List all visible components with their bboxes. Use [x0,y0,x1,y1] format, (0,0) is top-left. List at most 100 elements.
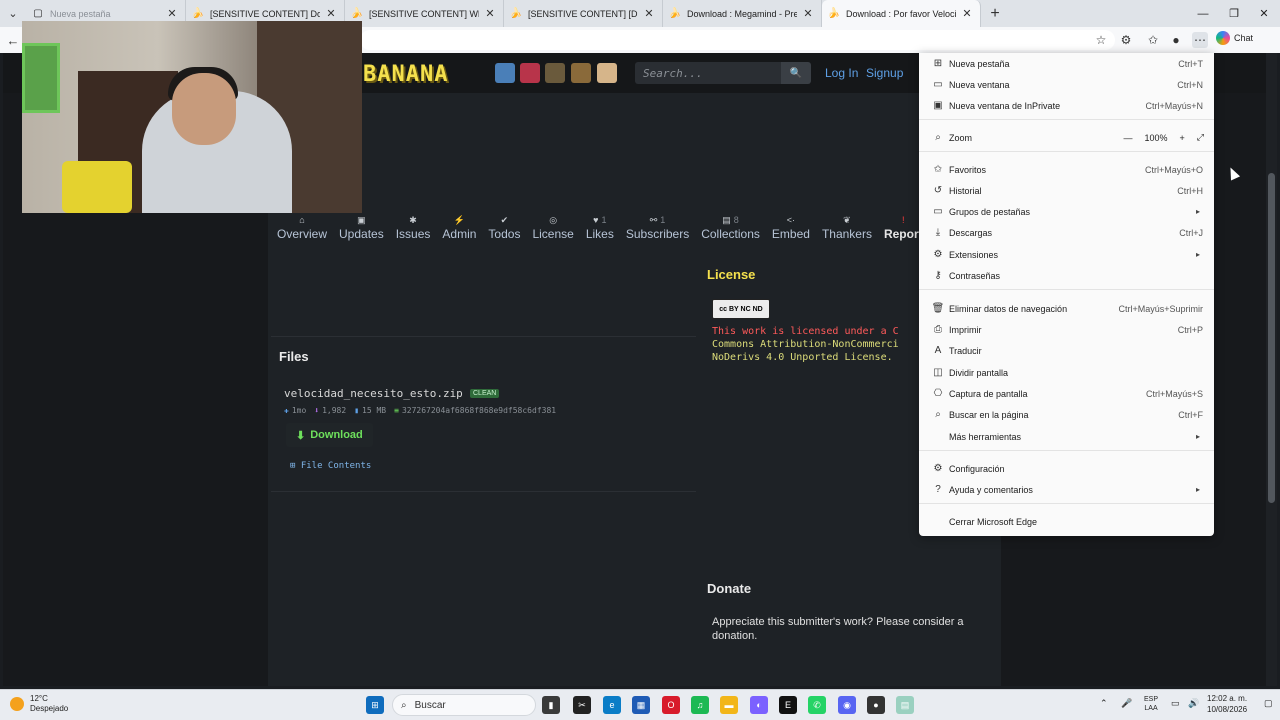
menu-downloads[interactable]: ⤓ Descargas Ctrl+J [919,222,1214,243]
tab-megamind[interactable]: 🍌 Download : Megamind - Presentat ✕ [663,0,822,27]
tab-groups-icon: ▭ [933,206,943,217]
menu-split-screen[interactable]: ◫ Dividir pantalla [919,362,1214,383]
cc-license-badge[interactable]: cc BY NC ND [712,299,770,319]
banana-icon: 🍌 [191,8,205,19]
nav-embed[interactable]: <· Embed [766,213,816,241]
more-icon[interactable]: ⋯ [1192,32,1208,48]
close-icon[interactable]: ✕ [642,7,656,20]
close-icon[interactable]: ✕ [801,7,815,20]
nav-subscribers[interactable]: ⚯ 1 Subscribers [620,213,695,242]
profile-icon[interactable]: ● [1168,32,1184,48]
sprite-icon[interactable] [545,63,565,83]
sprite-icon[interactable] [520,63,540,83]
tray-chevron-icon[interactable]: ⌃ [1100,698,1108,709]
copilot-app-icon[interactable]: ◐ [750,696,768,714]
favorites-bar-icon[interactable]: ✩ [1145,32,1161,48]
taskbar-search[interactable]: ⌕ Buscar [392,694,536,716]
tab-active[interactable]: 🍌 Download : Por favor Velocidad [D ✕ [822,0,981,27]
site-logo[interactable]: BANANA [363,62,448,87]
menu-find[interactable]: ⌕ Buscar en la página Ctrl+F [919,404,1214,425]
store-icon[interactable]: ▦ [632,696,650,714]
fullscreen-icon[interactable]: ⤢ [1197,132,1204,143]
minimize-icon[interactable]: — [1187,0,1219,27]
check-icon: ✔ [500,214,509,225]
content-column [268,53,1001,686]
volume-icon[interactable]: 🔊 [1188,698,1199,709]
taskbar: 12°C Despejado ⊞ ⌕ Buscar ▮ ✂ e ▦ O ♫ ▬ … [0,689,1280,720]
spotify-icon[interactable]: ♫ [691,696,709,714]
menu-settings[interactable]: ⚙ Configuración [919,458,1214,479]
copilot-chat-button[interactable]: Chat [1216,31,1253,45]
zoom-out-icon[interactable]: — [1124,133,1133,143]
nav-updates[interactable]: ▣ Updates [333,213,390,242]
menu-close-edge[interactable]: Cerrar Microsoft Edge [919,511,1214,532]
screenshot-icon: ⎔ [933,388,943,399]
whatsapp-icon[interactable]: ✆ [808,696,826,714]
opera-icon[interactable]: O [662,696,680,714]
extension-icon[interactable]: ⚙ [1118,32,1134,48]
app-icon[interactable]: ▤ [896,696,914,714]
nav-issues[interactable]: ✱ Issues [390,213,437,242]
scroll-thumb[interactable] [1268,173,1275,503]
sprite-icon[interactable] [571,63,591,83]
menu-more-tools[interactable]: Más herramientas ▸ [919,426,1214,447]
back-icon[interactable]: ← [4,31,22,49]
login-link[interactable]: Log In [825,66,858,80]
discord-icon[interactable]: ◉ [838,696,856,714]
file-contents-toggle[interactable]: ⊞ File Contents [290,461,371,471]
menu-extensions[interactable]: ⚙ Extensiones ▸ [919,244,1214,265]
nav-collections[interactable]: ▤ 8 Collections [695,213,766,242]
task-view-icon[interactable]: ▮ [542,696,560,714]
close-icon[interactable]: ✕ [165,7,179,20]
menu-favorites[interactable]: ✩ Favoritos Ctrl+Mayús+O [919,159,1214,180]
mic-icon[interactable]: 🎤 [1121,698,1132,709]
nav-admin[interactable]: ⚡ Admin [436,213,482,242]
nav-likes[interactable]: ♥ 1 Likes [580,213,620,241]
menu-clear-data[interactable]: 🗑 Eliminar datos de navegación Ctrl+Mayús+… [919,298,1214,319]
search-icon[interactable]: 🔍 [781,62,811,84]
menu-tab-groups[interactable]: ▭ Grupos de pestañas ▸ [919,201,1214,222]
menu-new-window[interactable]: ▭ Nueva ventana Ctrl+N [919,74,1214,95]
zoom-in-icon[interactable]: + [1180,133,1185,143]
epic-games-icon[interactable]: E [779,696,797,714]
folder-icon[interactable]: ▬ [720,696,738,714]
close-icon[interactable]: ✕ [324,7,338,20]
weather-widget[interactable]: 12°C Despejado [10,694,68,714]
windows-start-icon[interactable]: ⊞ [366,696,384,714]
star-icon[interactable]: ☆ [1093,32,1109,48]
signup-link[interactable]: Signup [866,66,903,80]
menu-help[interactable]: ? Ayuda y comentarios ▸ [919,479,1214,500]
sprite-icon[interactable] [495,63,515,83]
nav-overview[interactable]: ⌂ Overview [271,213,333,241]
menu-passwords[interactable]: ⚷ Contraseñas [919,265,1214,286]
download-button[interactable]: ⬇ Download [286,423,373,447]
menu-new-tab[interactable]: ⊞ Nueva pestaña Ctrl+T [919,53,1214,74]
nav-thankers[interactable]: ❦ Thankers [816,213,878,242]
network-icon[interactable]: ▭ [1171,698,1180,709]
menu-inprivate[interactable]: ▣ Nueva ventana de InPrivate Ctrl+Mayús+N [919,95,1214,116]
new-tab-button[interactable]: + [981,0,1009,27]
edge-icon[interactable]: e [603,696,621,714]
menu-translate[interactable]: A Traducir [919,340,1214,361]
menu-screenshot[interactable]: ⎔ Captura de pantalla Ctrl+Mayús+S [919,383,1214,404]
close-icon[interactable]: ✕ [483,7,497,20]
nav-todos[interactable]: ✔ Todos [482,213,526,242]
site-search-input[interactable]: Search... [635,62,781,84]
app-icon[interactable]: ● [867,696,885,714]
page-scrollbar[interactable] [1266,53,1277,686]
sprite-icon[interactable] [597,63,617,83]
capcut-icon[interactable]: ✂ [573,696,591,714]
maximize-icon[interactable]: ❐ [1218,0,1250,27]
menu-history[interactable]: ↺ Historial Ctrl+H [919,180,1214,201]
clock[interactable]: 12:02 a. m. 10/08/2026 [1207,693,1247,715]
language-indicator[interactable]: ESP LAA [1144,695,1158,713]
address-bar[interactable] [360,30,1115,50]
help-icon: ? [935,484,941,495]
notifications-icon[interactable]: ▢ [1264,698,1273,709]
menu-print[interactable]: ⎙ Imprimir Ctrl+P [919,319,1214,340]
nav-license[interactable]: ◎ License [526,213,579,242]
tab-dub-mode[interactable]: 🍌 [SENSITIVE CONTENT] [Dub Mode ✕ [504,0,663,27]
close-icon[interactable]: ✕ [960,7,974,20]
tab-whiplash[interactable]: 🍌 [SENSITIVE CONTENT] Whiplash - ✕ [345,0,504,27]
window-close-icon[interactable]: ✕ [1248,0,1280,27]
